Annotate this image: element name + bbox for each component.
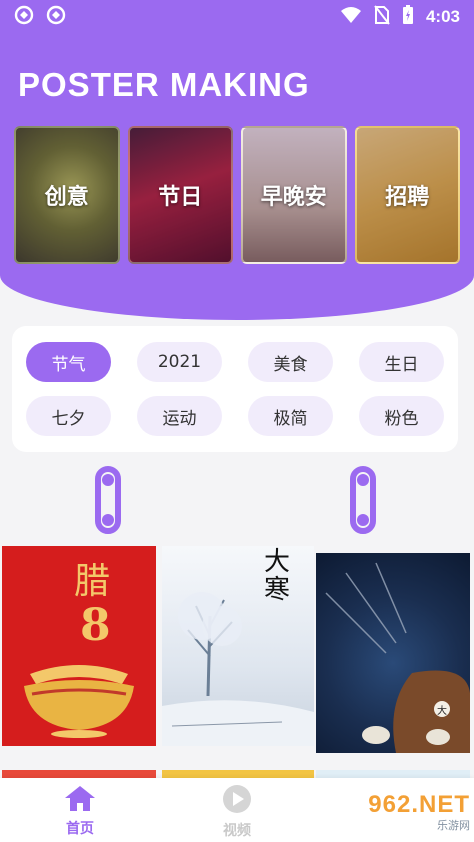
- tea-cup-illustration: [325, 562, 470, 753]
- category-cards: 创意 节日 早晚安 招聘: [14, 126, 460, 264]
- home-icon: [63, 784, 97, 816]
- notification-app-icon: [46, 5, 66, 29]
- notification-app-icon: [14, 5, 34, 29]
- binder-ring-icon: [95, 466, 121, 534]
- category-card-greeting[interactable]: 早晚安: [241, 126, 347, 264]
- watermark-sub: 乐游网: [437, 819, 470, 832]
- watermark: 962.NET 乐游网: [338, 790, 470, 836]
- tag-minimal[interactable]: 极简: [248, 396, 333, 436]
- play-icon: [221, 784, 253, 818]
- category-card-label: 招聘: [385, 185, 430, 210]
- tag-solar-term[interactable]: 节气: [26, 342, 111, 382]
- category-card-label: 早晚安: [260, 185, 327, 210]
- poster-card[interactable]: 大寒: [162, 546, 314, 746]
- category-card-label: 节日: [158, 185, 203, 210]
- page-title: POSTER MAKING: [18, 66, 310, 103]
- poster-card[interactable]: 大: [316, 553, 470, 753]
- snow-tree-illustration: [162, 592, 314, 746]
- status-time: 4:03: [425, 7, 460, 26]
- tag-birthday[interactable]: 生日: [359, 342, 444, 382]
- watermark-logo: 962.NET: [368, 791, 470, 818]
- no-sim-icon: [374, 5, 390, 29]
- status-bar: 4:03: [0, 0, 474, 34]
- tag-food[interactable]: 美食: [248, 342, 333, 382]
- rice-bowl-illustration: [24, 665, 134, 738]
- tag-pink[interactable]: 粉色: [359, 396, 444, 436]
- category-card-festival[interactable]: 节日: [127, 126, 233, 264]
- tag-qixi[interactable]: 七夕: [26, 396, 111, 436]
- category-card-label: 创意: [44, 185, 89, 210]
- poster-badge: 大: [434, 701, 450, 717]
- battery-charging-icon: [402, 5, 414, 29]
- nav-item-home[interactable]: 首页: [50, 784, 110, 838]
- tag-2021[interactable]: 2021: [137, 342, 222, 382]
- wifi-icon: [340, 6, 362, 28]
- binder-ring-icon: [350, 466, 376, 534]
- nav-item-video[interactable]: 视频: [207, 784, 267, 840]
- tags-panel: 节气 2021 美食 生日 七夕 运动 极简 粉色: [12, 326, 458, 452]
- tag-sports[interactable]: 运动: [137, 396, 222, 436]
- category-card-creative[interactable]: 创意: [14, 126, 120, 264]
- nav-label: 首页: [66, 821, 94, 837]
- poster-card[interactable]: 腊 8: [2, 546, 156, 746]
- category-card-recruit[interactable]: 招聘: [354, 126, 460, 264]
- nav-label: 视频: [223, 823, 251, 839]
